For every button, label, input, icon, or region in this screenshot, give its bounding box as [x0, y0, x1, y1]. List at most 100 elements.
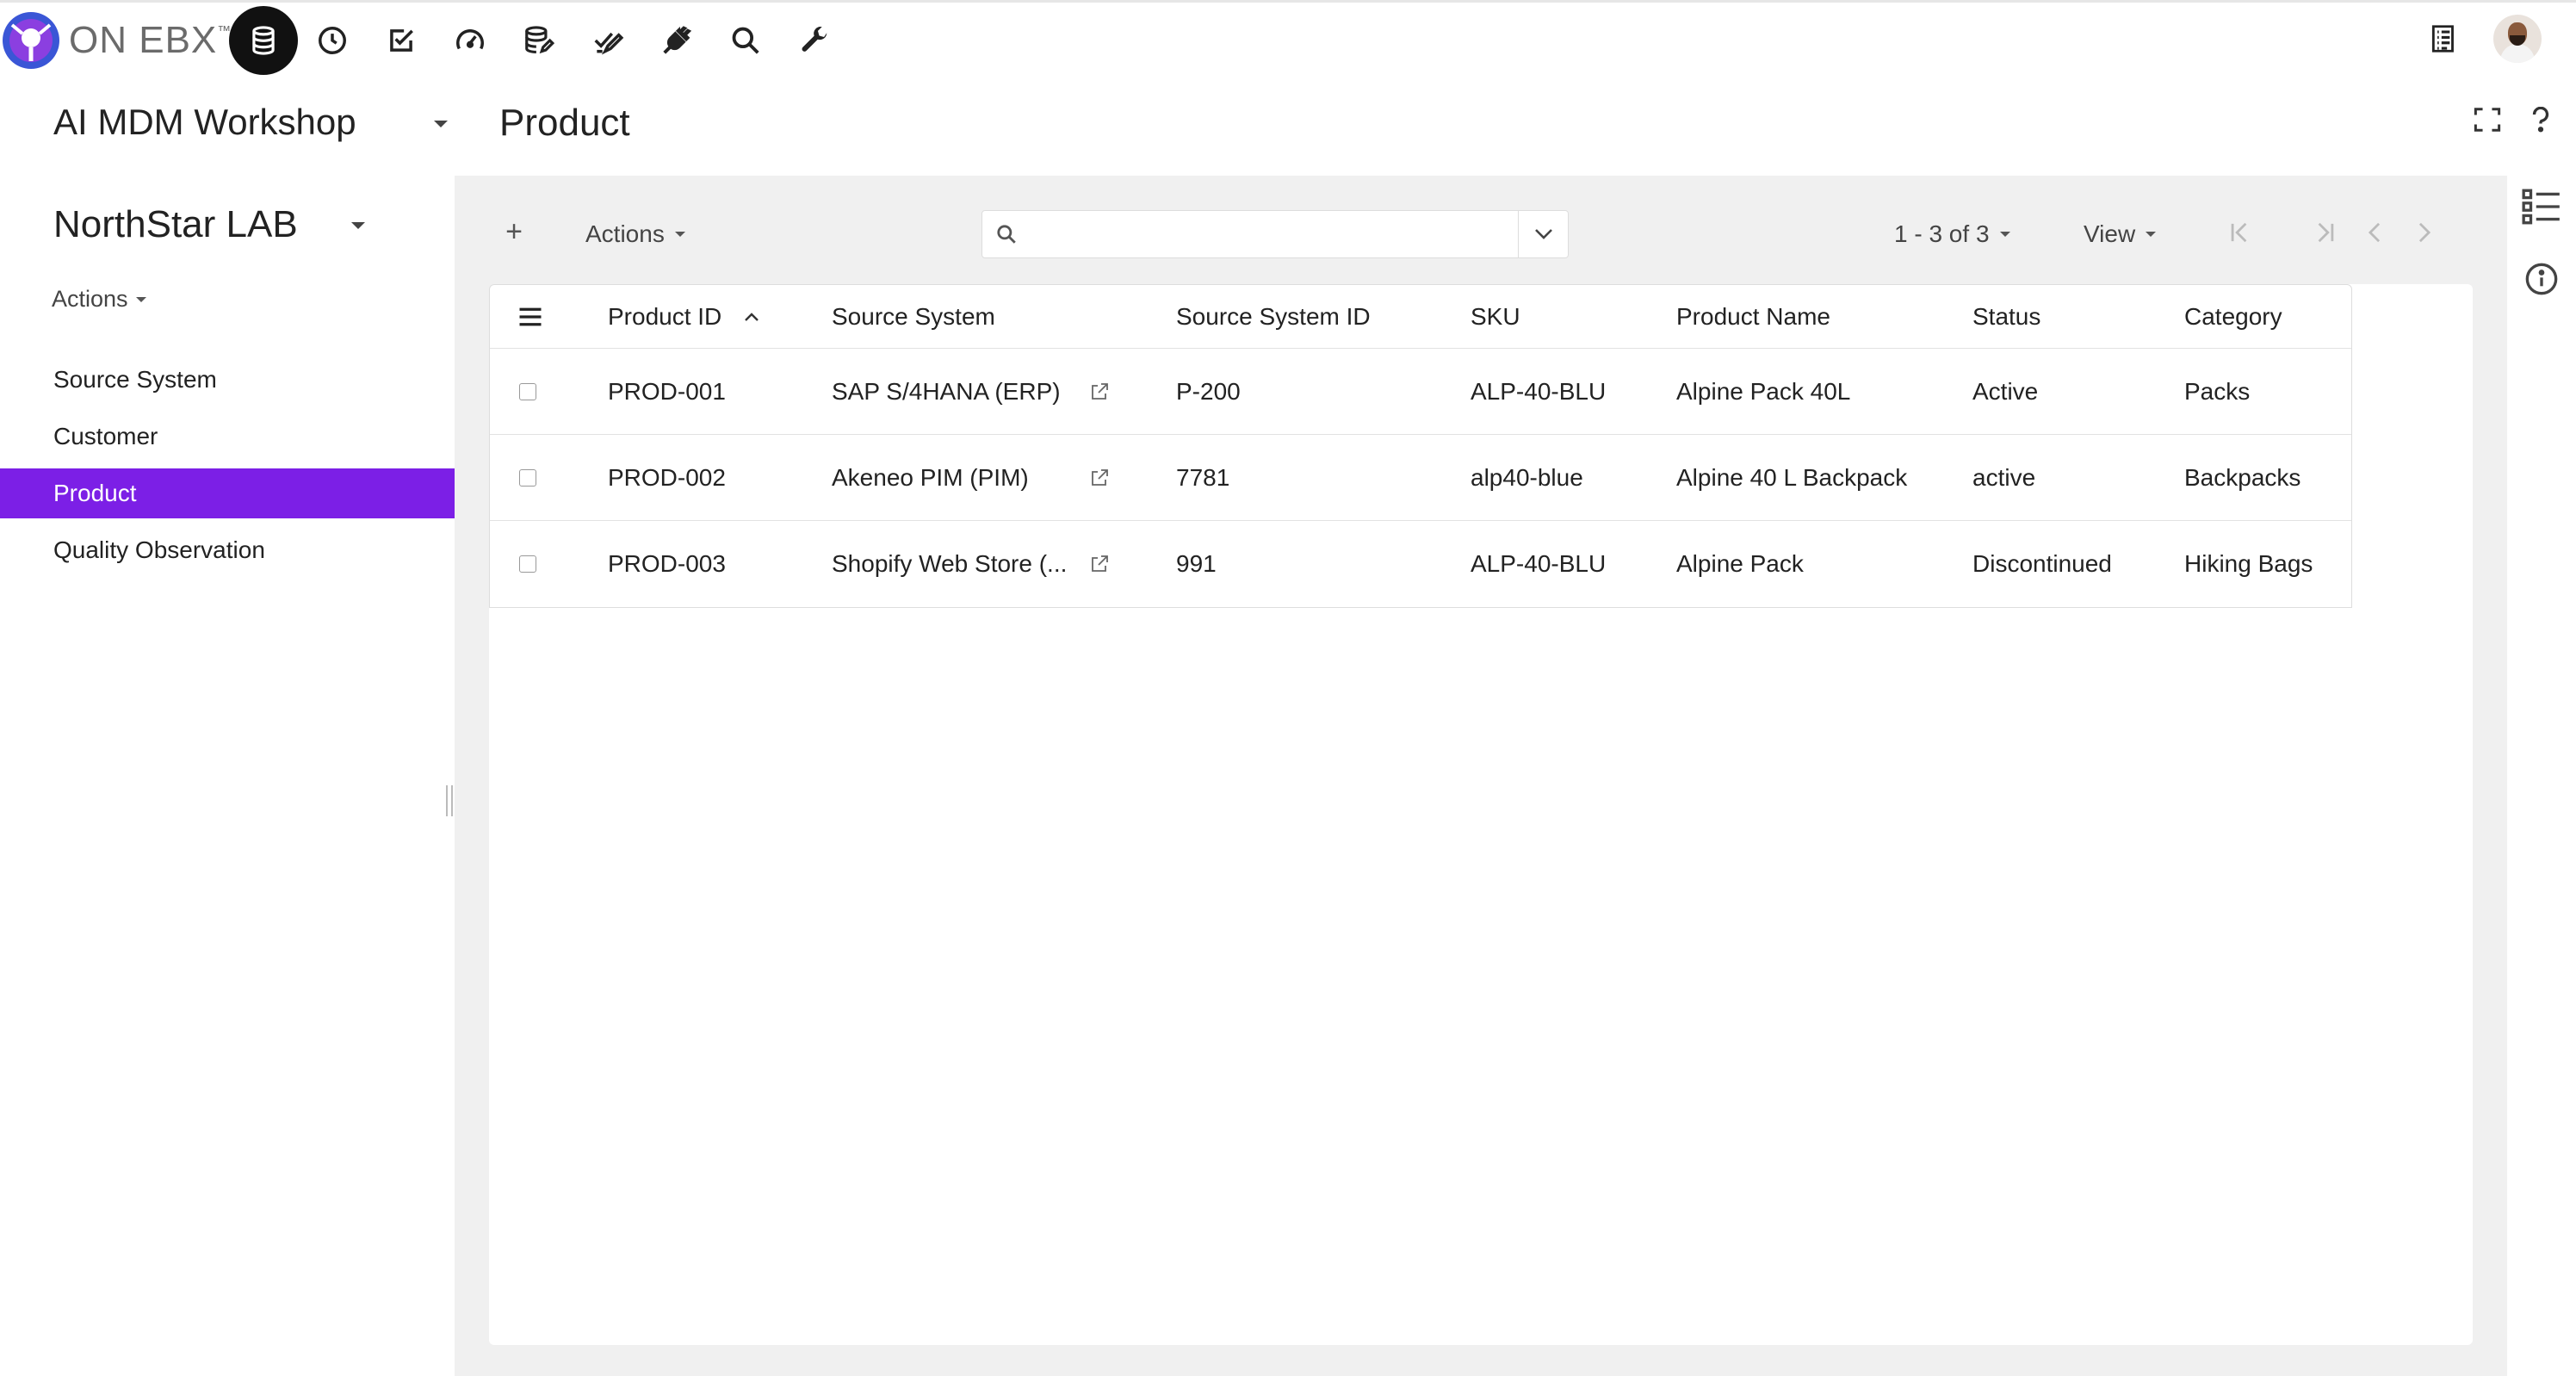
search-options-button[interactable]: [1518, 211, 1568, 257]
header-tools: [2473, 107, 2550, 133]
nav-search-button[interactable]: [711, 6, 780, 75]
record-count-menu[interactable]: 1 - 3 of 3: [1894, 220, 2012, 248]
next-page-button[interactable]: [2409, 217, 2440, 248]
table-actions-menu[interactable]: Actions: [585, 220, 687, 248]
table-tree: Source System Customer Product Quality O…: [0, 355, 455, 582]
pagination-controls: [2225, 217, 2440, 248]
view-menu[interactable]: View: [2084, 220, 2158, 248]
nav-tasks-button[interactable]: [367, 6, 436, 75]
cell-product-name: Alpine 40 L Backpack: [1676, 463, 1908, 491]
open-source-system-link[interactable]: [1089, 521, 1110, 607]
plug-icon: [663, 26, 692, 54]
chevron-down-icon: [1999, 232, 2010, 237]
tree-item-label: Product: [53, 480, 137, 506]
workspace-title[interactable]: AI MDM Workshop: [53, 102, 356, 143]
previous-page-button[interactable]: [2359, 217, 2390, 248]
column-header-source-system-id[interactable]: Source System ID: [1176, 285, 1371, 348]
ebx-logo[interactable]: ON EBX™: [0, 8, 232, 73]
dashboard-gauge-icon: [456, 29, 484, 50]
tree-item-source-system[interactable]: Source System: [0, 355, 455, 405]
rail-info-button[interactable]: [2519, 257, 2564, 301]
cell-product-name: Alpine Pack 40L: [1676, 377, 1851, 405]
workspace-caret-icon[interactable]: [432, 119, 449, 129]
tree-item-label: Customer: [53, 423, 158, 449]
cell-product-id: PROD-003: [608, 550, 726, 577]
column-header-label: Product ID: [608, 302, 722, 330]
nav-data-modeling-button[interactable]: [505, 6, 573, 75]
task-list-icon[interactable]: [2428, 22, 2461, 56]
approval-check-icon: [594, 32, 624, 55]
search-icon: [732, 27, 759, 54]
column-header-product-name[interactable]: Product Name: [1676, 285, 1830, 348]
nav-dashboard-button[interactable]: [436, 6, 505, 75]
wrench-icon: [802, 27, 827, 52]
column-header-status[interactable]: Status: [1972, 285, 2040, 348]
database-icon: [252, 26, 275, 55]
fullscreen-icon[interactable]: [2473, 107, 2502, 133]
cell-category: Backpacks: [2184, 463, 2301, 491]
cell-sku: ALP-40-BLU: [1471, 550, 1607, 577]
tree-item-label: Quality Observation: [53, 536, 265, 563]
tree-item-quality-observation[interactable]: Quality Observation: [0, 525, 455, 575]
cell-source-system: Shopify Web Store (...: [832, 550, 1068, 577]
first-page-button[interactable]: [2225, 217, 2256, 248]
user-avatar[interactable]: [2493, 15, 2542, 63]
nav-integration-button[interactable]: [642, 6, 711, 75]
task-check-icon: [390, 29, 413, 52]
info-icon: [2525, 263, 2558, 295]
left-panel: AI MDM Workshop NorthStar LAB Actions So…: [0, 76, 455, 1376]
column-header-sku[interactable]: SKU: [1471, 285, 1520, 348]
panel-resize-handle[interactable]: [446, 785, 453, 816]
top-nav: [229, 6, 849, 75]
chevron-left-icon: [2368, 222, 2381, 243]
cell-status: Discontinued: [1972, 550, 2112, 577]
view-label: View: [2084, 220, 2136, 247]
sort-ascending-icon: [745, 312, 759, 321]
row-select-checkbox[interactable]: [519, 349, 536, 434]
table-row[interactable]: PROD-002 Akeneo PIM (PIM) 7781 alp40-blu…: [490, 435, 2351, 521]
table-row[interactable]: PROD-003 Shopify Web Store (... 991 ALP-…: [490, 521, 2351, 607]
row-select-checkbox[interactable]: [519, 521, 536, 607]
table-header-row: Product ID Source System Source System I…: [490, 285, 2351, 349]
column-header-source-system[interactable]: Source System: [832, 285, 995, 348]
cell-status: active: [1972, 463, 2036, 491]
nav-workflow-button[interactable]: [573, 6, 642, 75]
chevron-down-icon: [1534, 229, 1552, 239]
cell-source-system-id: 7781: [1176, 463, 1230, 491]
help-icon[interactable]: [2531, 107, 2550, 133]
tree-item-customer[interactable]: Customer: [0, 412, 455, 462]
row-select-checkbox[interactable]: [519, 435, 536, 520]
search-bar: [981, 210, 1569, 258]
nav-data-button[interactable]: [229, 6, 298, 75]
search-input[interactable]: [1031, 211, 1518, 257]
cell-product-id: PROD-001: [608, 377, 726, 405]
dataset-actions-menu[interactable]: Actions: [52, 286, 147, 313]
dataset-actions-label: Actions: [52, 286, 128, 312]
right-rail: [2507, 176, 2576, 1376]
tree-item-product[interactable]: Product: [0, 468, 455, 518]
cell-product-name: Alpine Pack: [1676, 550, 1804, 577]
search-icon: [982, 223, 1031, 245]
column-menu-button[interactable]: [517, 285, 543, 348]
list-details-icon: [2522, 189, 2560, 225]
nav-administration-button[interactable]: [780, 6, 849, 75]
records-table: Product ID Source System Source System I…: [489, 284, 2352, 608]
cell-source-system: SAP S/4HANA (ERP): [832, 377, 1061, 405]
dataset-caret-icon[interactable]: [350, 220, 367, 231]
open-source-system-link[interactable]: [1089, 435, 1110, 520]
column-header-category[interactable]: Category: [2184, 285, 2282, 348]
last-page-icon: [2318, 222, 2334, 243]
column-header-product-id[interactable]: Product ID: [608, 285, 759, 348]
chevron-down-icon: [2146, 232, 2157, 237]
add-record-button[interactable]: +: [499, 215, 529, 249]
dataset-title[interactable]: NorthStar LAB: [53, 203, 298, 246]
cell-sku: ALP-40-BLU: [1471, 377, 1607, 405]
rail-list-button[interactable]: [2519, 184, 2564, 229]
nav-history-button[interactable]: [298, 6, 367, 75]
chevron-right-icon: [2418, 222, 2431, 243]
table-row[interactable]: PROD-001 SAP S/4HANA (ERP) P-200 ALP-40-…: [490, 349, 2351, 435]
top-right-tools: [2428, 15, 2542, 63]
clock-icon: [319, 27, 346, 54]
open-source-system-link[interactable]: [1089, 349, 1110, 434]
last-page-button[interactable]: [2309, 217, 2340, 248]
